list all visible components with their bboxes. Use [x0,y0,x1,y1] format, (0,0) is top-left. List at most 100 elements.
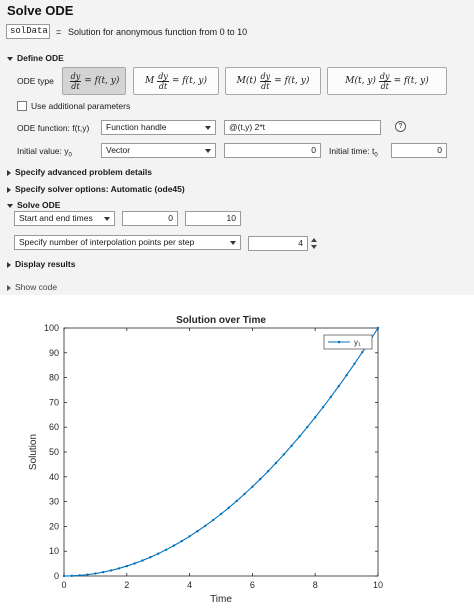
chevron-down-icon [104,217,110,221]
data-point [266,470,270,473]
data-point [274,461,278,465]
ode-rhs: = f(t, y) [393,76,429,86]
data-point [211,518,215,522]
ode-rhs: = f(t, y) [171,76,208,86]
end-time-input[interactable]: 10 [185,211,241,226]
y-tick-label: 40 [49,472,59,482]
ode-type-button-3[interactable]: M(t) dy dt = f(t, y) [225,67,321,95]
initial-value-type-dropdown[interactable]: Vector [101,143,216,158]
expand-arrow-icon [7,169,11,176]
ode-rhs: = f(t, y) [274,76,310,86]
time-mode-dropdown[interactable]: Start and end times [14,211,115,226]
data-point [306,425,309,429]
ode-type-button-2[interactable]: Mdy dt = f(t, y) [133,67,219,95]
data-point [227,506,231,509]
data-point [125,564,128,568]
display-results-header[interactable]: Display results [7,259,75,269]
ode-type-label: ODE type [17,76,54,86]
derivative-fraction: dy dt [378,71,391,91]
x-axis-label: Time [210,594,232,605]
data-point [243,492,246,496]
solution-plot: 0 2 4 6 8 100102030405060708090100Solution ov… [28,315,383,605]
data-point [376,326,380,330]
x-tick-label: 4 [187,580,192,590]
y-tick-label: 70 [49,397,59,407]
data-point [298,435,301,438]
y-tick-label: 80 [49,373,59,383]
mass-matrix-prefix: M [144,76,155,86]
help-icon[interactable]: ? [395,121,406,132]
data-point [314,416,317,419]
data-point [235,499,238,503]
chevron-down-icon [230,241,236,245]
data-point [204,524,207,527]
data-point [109,569,113,572]
task-title: Solve ODE [7,3,74,18]
equals-sign: = [56,27,62,37]
ode-function-label: ODE function: f(t,y) [17,123,90,133]
y-tick-label: 20 [49,521,59,531]
chevron-down-icon [205,126,211,130]
show-code-toggle[interactable]: Show code [7,282,57,292]
spinner-up-icon[interactable] [311,238,317,242]
data-point [180,539,183,543]
derivative-fraction: dy dt [69,71,82,91]
expand-arrow-icon [7,261,11,268]
collapse-arrow-icon [7,56,13,61]
chart-title: Solution over Time [176,315,266,326]
data-point [282,453,285,456]
use-params-label: Use additional parameters [31,101,131,111]
data-point [337,384,340,388]
data-point [172,544,176,547]
expand-arrow-icon [7,186,11,193]
x-tick-label: 0 [61,580,66,590]
x-tick-label: 8 [313,580,318,590]
ode-function-input[interactable]: @(t,y) 2*t [224,120,381,135]
data-point [259,477,262,481]
plot-axes-box [63,327,379,577]
initial-time-label: Initial time: t0 [329,146,378,159]
data-point [86,573,89,576]
data-point [157,552,160,555]
solver-options-header[interactable]: Specify solver options: Automatic (ode45… [7,184,185,194]
output-variable-field[interactable]: solData [6,24,50,39]
data-point [219,512,223,516]
data-point [361,350,364,354]
mass-matrix-prefix: M(t) [236,76,257,86]
start-time-input[interactable]: 0 [122,211,178,226]
initial-value-input[interactable]: 0 [224,143,321,158]
define-ode-header[interactable]: Define ODE [7,53,64,63]
y-axis-label: Solution [28,434,39,470]
data-point [329,395,333,399]
data-point [78,574,81,577]
data-point [345,373,348,377]
ode-type-button-1[interactable]: dy dt = f(t, y) [62,67,126,95]
function-type-dropdown[interactable]: Function handle [101,120,216,135]
data-point [353,362,356,366]
interpolation-points-input[interactable]: 4 [248,236,308,251]
x-tick-label: 2 [124,580,129,590]
y-tick-label: 100 [44,323,59,333]
data-point [164,548,168,552]
derivative-fraction: dy dt [259,71,272,91]
initial-time-input[interactable]: 0 [391,143,447,158]
data-point [117,567,121,570]
legend-marker [337,340,341,344]
data-point [290,444,293,447]
spinner-down-icon[interactable] [311,245,317,249]
solve-ode-header[interactable]: Solve ODE [7,200,60,210]
y-tick-label: 50 [49,447,59,457]
initial-value-label: Initial value: y0 [17,146,72,159]
data-point [133,562,136,565]
interpolation-stepper[interactable] [308,236,320,251]
legend-label: y₁ [354,338,361,347]
y-tick-label: 10 [49,546,59,556]
expand-arrow-icon [7,284,11,291]
output-description: Solution for anonymous function from 0 t… [68,27,248,37]
interpolation-dropdown[interactable]: Specify number of interpolation points p… [14,235,241,250]
live-task-panel: Solve ODE solData = Solution for anonymo… [0,0,474,295]
chevron-down-icon [205,149,211,153]
advanced-details-header[interactable]: Specify advanced problem details [7,167,152,177]
use-params-checkbox[interactable] [17,101,27,111]
ode-type-button-4[interactable]: M(t, y) dy dt = f(t, y) [327,67,447,95]
